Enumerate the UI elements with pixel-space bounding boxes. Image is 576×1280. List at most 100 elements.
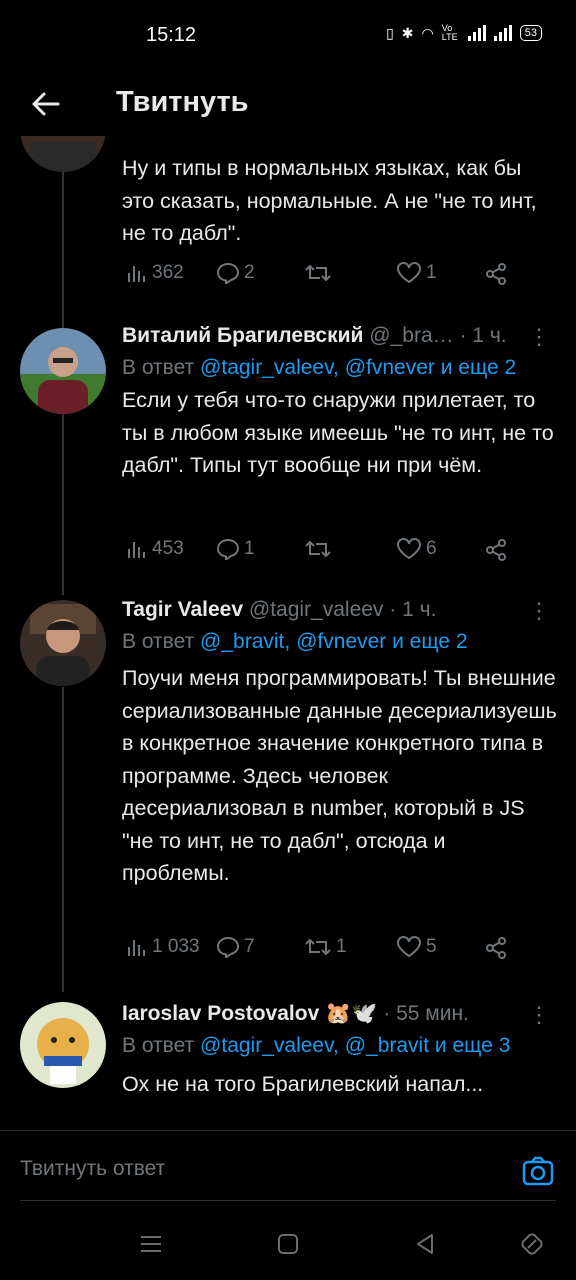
tweet-text: Поучи меня программировать! Ты внешние с…: [122, 666, 557, 885]
tweet-text: Если у тебя что-то снаружи прилетает, то…: [122, 388, 554, 477]
retweet-icon: [305, 540, 331, 558]
reply-prefix: В ответ: [122, 356, 195, 379]
reply-icon: [216, 936, 240, 958]
share-icon: [486, 937, 506, 959]
reply-mentions[interactable]: @tagir_valeev, @fvnever и еще 2: [200, 356, 516, 379]
wifi-icon: ◠: [421, 24, 434, 41]
vibrate-icon: ▯: [386, 24, 394, 41]
signal-2-icon: [493, 25, 512, 41]
system-nav-bar: [0, 1205, 576, 1280]
reply-count: 7: [244, 936, 255, 957]
status-icons: ▯ ✱ ◠ Vo LTE 53: [386, 24, 542, 42]
retweet-button[interactable]: [304, 262, 336, 284]
thread-line: [62, 687, 64, 992]
reply-to-line: В ответ @tagir_valeev, @_bravit и еще 3: [122, 1034, 510, 1058]
author-name[interactable]: Tagir Valeev: [122, 598, 243, 621]
tweet-actions: 362 2 1: [126, 262, 526, 292]
avatar[interactable]: [20, 1002, 106, 1088]
tweet-feed[interactable]: Ну и типы в нормальных языках, как бы эт…: [0, 136, 576, 1126]
like-count: 6: [426, 538, 437, 559]
like-button[interactable]: 5: [396, 936, 437, 958]
tweet-header: Виталий Брагилевский @_bra… · 1 ч.: [122, 324, 556, 354]
like-count: 5: [426, 936, 437, 957]
avatar[interactable]: [20, 328, 106, 414]
more-options-icon[interactable]: ⋮: [528, 324, 550, 350]
status-time: 15:12: [146, 24, 197, 46]
camera-icon[interactable]: [522, 1155, 554, 1187]
author-name[interactable]: Виталий Брагилевский: [122, 324, 363, 347]
home-icon[interactable]: [275, 1231, 301, 1257]
author-handle: @tagir_valeev: [248, 598, 384, 621]
views-count: 1 033: [152, 936, 200, 957]
share-button[interactable]: [484, 262, 508, 286]
views-button[interactable]: 362: [126, 262, 184, 284]
heart-icon: [397, 538, 421, 560]
retweet-button[interactable]: 1: [304, 936, 347, 958]
views-icon: [128, 542, 145, 558]
tweet-text: Ну и типы в нормальных языках, как бы эт…: [122, 156, 537, 245]
avatar[interactable]: [20, 136, 106, 172]
more-options-icon[interactable]: ⋮: [528, 598, 550, 624]
menu-icon[interactable]: [138, 1231, 164, 1257]
reply-icon: [216, 262, 240, 284]
retweet-icon: [305, 938, 331, 956]
reply-mentions[interactable]: @tagir_valeev, @_bravit и еще 3: [200, 1034, 510, 1057]
back-triangle-icon[interactable]: [412, 1231, 438, 1257]
tweet-actions: 453 1 6: [126, 538, 526, 568]
like-count: 1: [426, 262, 437, 283]
thread-line: [62, 390, 64, 595]
reply-button[interactable]: 7: [216, 936, 255, 958]
tweet-text: Ох не на того Брагилевский напал...: [122, 1072, 484, 1096]
views-icon: [128, 266, 145, 282]
reply-to-line: В ответ @_bravit, @fvnever и еще 2: [122, 630, 468, 654]
more-options-icon[interactable]: ⋮: [528, 1002, 550, 1028]
reply-prefix: В ответ: [122, 630, 195, 653]
divider: [20, 1200, 556, 1201]
views-button[interactable]: 1 033: [126, 936, 200, 958]
like-button[interactable]: 1: [396, 262, 437, 284]
reply-mentions[interactable]: @_bravit, @fvnever и еще 2: [200, 630, 468, 653]
share-icon: [486, 263, 506, 285]
tweet-time: · 55 мин.: [383, 1002, 469, 1025]
reply-icon: [216, 538, 240, 560]
tweet-header: Tagir Valeev @tagir_valeev · 1 ч.: [122, 598, 556, 628]
volte-label: Vo LTE: [441, 23, 458, 42]
views-button[interactable]: 453: [126, 538, 184, 560]
views-icon: [128, 940, 145, 956]
tweet-header: Iaroslav Postovalov 🐹🕊️ · 55 мин.: [122, 1002, 556, 1032]
bluetooth-icon: ✱: [401, 24, 414, 41]
tweet-time: · 1 ч.: [389, 598, 437, 621]
heart-icon: [397, 936, 421, 958]
author-emoji: 🐹🕊️: [325, 1002, 378, 1025]
like-button[interactable]: 6: [396, 538, 437, 560]
reply-composer: Твитнуть ответ: [0, 1130, 576, 1205]
reply-button[interactable]: 2: [216, 262, 255, 284]
heart-icon: [397, 262, 421, 284]
battery-indicator: 53: [519, 25, 542, 41]
back-arrow-icon[interactable]: [28, 86, 64, 122]
assistant-icon[interactable]: [519, 1231, 545, 1257]
reply-to-line: В ответ @tagir_valeev, @fvnever и еще 2: [122, 356, 516, 380]
page-title: Твитнуть: [116, 86, 249, 118]
tweet-actions: 1 033 7 1 5: [126, 936, 526, 966]
retweet-count: 1: [336, 936, 347, 957]
retweet-button[interactable]: [304, 538, 336, 560]
tweet-time: · 1 ч.: [459, 324, 507, 347]
reply-prefix: В ответ: [122, 1034, 195, 1057]
share-button[interactable]: [484, 936, 508, 960]
share-button[interactable]: [484, 538, 508, 562]
views-count: 362: [152, 262, 184, 283]
header: Твитнуть: [0, 72, 576, 136]
reply-input[interactable]: Твитнуть ответ: [20, 1157, 165, 1181]
reply-count: 2: [244, 262, 255, 283]
avatar[interactable]: [20, 600, 106, 686]
share-icon: [486, 539, 506, 561]
thread-line: [62, 172, 64, 328]
status-bar: 15:12 ▯ ✱ ◠ Vo LTE 53: [0, 0, 576, 72]
retweet-icon: [305, 264, 331, 282]
reply-button[interactable]: 1: [216, 538, 255, 560]
author-handle: @_bra…: [369, 324, 454, 347]
signal-icon: [467, 25, 486, 41]
author-name[interactable]: Iaroslav Postovalov: [122, 1002, 319, 1025]
reply-count: 1: [244, 538, 255, 559]
